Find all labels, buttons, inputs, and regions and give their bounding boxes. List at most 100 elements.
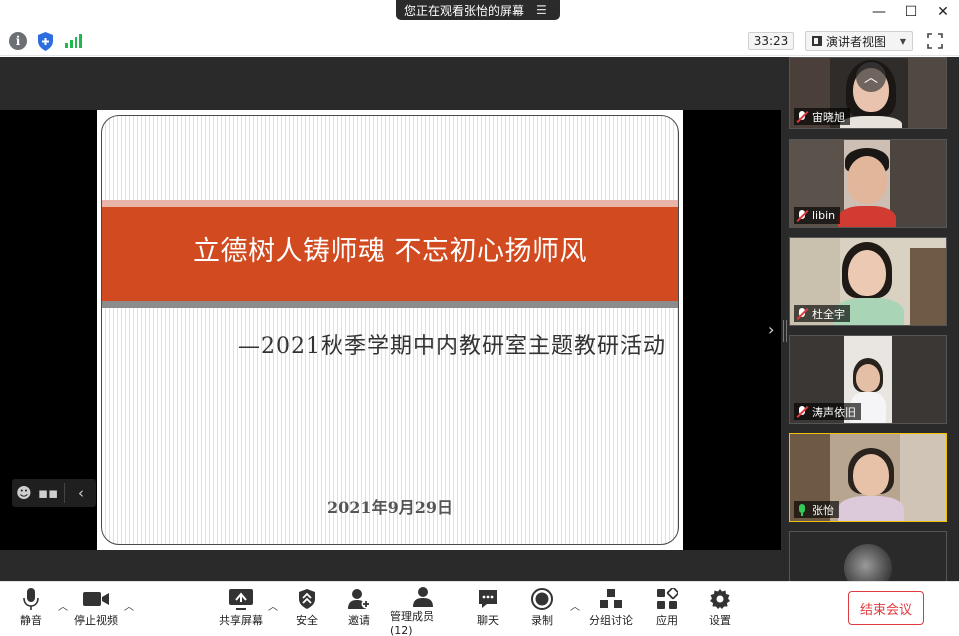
connection-signal-icon[interactable] bbox=[65, 34, 82, 48]
participant-tile[interactable]: ︿ 宙晓旭 bbox=[789, 57, 947, 129]
participants-button[interactable]: 管理成员(12) bbox=[390, 586, 456, 636]
collapse-chevron-icon[interactable]: ‹ bbox=[69, 479, 93, 507]
breakout-rooms-icon bbox=[600, 589, 622, 608]
fullscreen-icon[interactable] bbox=[927, 33, 943, 49]
participants-icon bbox=[413, 587, 433, 607]
participant-name: libin bbox=[812, 209, 836, 222]
audio-options-caret[interactable]: ︿ bbox=[58, 598, 68, 613]
shield-icon bbox=[299, 589, 315, 609]
apps-icon bbox=[657, 588, 678, 609]
participant-name-tag: 涛声依旧 bbox=[794, 403, 861, 420]
settings-button[interactable]: 设置 bbox=[707, 586, 733, 632]
participant-name: 涛声依旧 bbox=[812, 405, 856, 419]
resize-grip[interactable] bbox=[783, 320, 787, 342]
annotation-toolbar: ☻ ▪▪ ‹ bbox=[12, 479, 96, 507]
meeting-controls-bar: 静音 ︿ 停止视频 ︿ 共享屏幕 ︿ 安全 邀请 管理成员(12) 聊天 录制 … bbox=[0, 581, 959, 636]
security-label: 安全 bbox=[296, 614, 318, 627]
mic-muted-icon bbox=[796, 110, 808, 123]
participant-name: 张怡 bbox=[812, 503, 834, 517]
hamburger-icon[interactable]: ☰ bbox=[536, 3, 547, 17]
apps-button[interactable]: 应用 bbox=[654, 586, 680, 632]
slide-date: 2021年9月29日 bbox=[327, 498, 453, 517]
participant-name: 宙晓旭 bbox=[812, 110, 845, 124]
stage-top-strip bbox=[0, 57, 781, 110]
video-gallery[interactable]: ︿ 宙晓旭 libin 杜全宇 涛声依旧 张怡 bbox=[789, 57, 959, 583]
participant-tile[interactable]: 杜全宇 bbox=[789, 237, 947, 326]
maximize-icon[interactable]: ☐ bbox=[895, 0, 927, 24]
settings-label: 设置 bbox=[709, 614, 731, 627]
end-meeting-button[interactable]: 结束会议 bbox=[848, 591, 924, 625]
share-screen-button[interactable]: 共享屏幕 bbox=[218, 586, 264, 632]
view-mode-dropdown[interactable]: 演讲者视图 ▼ bbox=[805, 31, 913, 51]
participant-name-tag: 杜全宇 bbox=[794, 305, 850, 322]
meeting-info-row: i 33:23 演讲者视图 ▼ bbox=[0, 26, 959, 56]
scroll-up-icon[interactable]: ︿ bbox=[856, 62, 886, 92]
shield-icon[interactable] bbox=[37, 32, 54, 51]
invite-button[interactable]: 邀请 bbox=[346, 586, 372, 632]
presentation-slide: 立德树人铸师魂 不忘初心扬师风 —2021秋季学期中内教研室主题教研活动 202… bbox=[97, 110, 683, 550]
participant-name-tag: libin bbox=[794, 207, 841, 224]
slide-frame: 立德树人铸师魂 不忘初心扬师风 —2021秋季学期中内教研室主题教研活动 202… bbox=[101, 115, 679, 545]
slide-band-divider bbox=[102, 301, 678, 308]
panel-divider[interactable] bbox=[781, 57, 789, 581]
slide-subtitle: —2021秋季学期中内教研室主题教研活动 bbox=[238, 334, 666, 359]
window-controls: — ☐ ✕ bbox=[863, 0, 959, 26]
record-button[interactable]: 录制 bbox=[529, 586, 555, 632]
zoom-window: 您正在观看张怡的屏幕 ☰ — ☐ ✕ i 33:23 演讲者视图 ▼ 立德树人铸… bbox=[0, 0, 959, 636]
comment-icon[interactable]: ▪▪ bbox=[36, 479, 60, 507]
record-icon bbox=[531, 588, 553, 610]
breakout-rooms-button[interactable]: 分组讨论 bbox=[588, 586, 634, 632]
gear-icon bbox=[710, 589, 730, 609]
slide-band-accent bbox=[102, 200, 678, 207]
chat-button[interactable]: 聊天 bbox=[475, 586, 501, 632]
apps-label: 应用 bbox=[656, 614, 678, 627]
mic-active-icon bbox=[796, 503, 808, 516]
share-banner-text: 您正在观看张怡的屏幕 bbox=[404, 3, 525, 18]
toolbar-separator bbox=[64, 483, 65, 503]
add-user-icon bbox=[348, 589, 371, 609]
meeting-timer: 33:23 bbox=[748, 32, 794, 50]
participant-tile[interactable] bbox=[789, 531, 947, 583]
chat-icon bbox=[479, 590, 497, 608]
participant-name-tag: 张怡 bbox=[794, 501, 839, 518]
record-label: 录制 bbox=[531, 614, 553, 627]
stop-video-label: 停止视频 bbox=[74, 614, 118, 627]
video-camera-icon bbox=[83, 592, 109, 606]
avatar bbox=[844, 544, 892, 582]
chat-label: 聊天 bbox=[477, 614, 499, 627]
shared-screen-area: 立德树人铸师魂 不忘初心扬师风 —2021秋季学期中内教研室主题教研活动 202… bbox=[0, 57, 781, 581]
slide-title: 立德树人铸师魂 不忘初心扬师风 bbox=[192, 236, 588, 267]
minimize-icon[interactable]: — bbox=[863, 0, 895, 24]
share-screen-label: 共享屏幕 bbox=[219, 614, 263, 627]
speaker-view-icon bbox=[812, 36, 822, 46]
title-bar: 您正在观看张怡的屏幕 ☰ — ☐ ✕ bbox=[0, 0, 959, 26]
emoji-reaction-icon[interactable]: ☻ bbox=[12, 479, 36, 507]
share-screen-icon bbox=[229, 589, 253, 610]
breakout-rooms-label: 分组讨论 bbox=[589, 614, 633, 627]
mic-muted-icon bbox=[796, 209, 808, 222]
share-options-caret[interactable]: ︿ bbox=[268, 598, 278, 613]
info-icon[interactable]: i bbox=[9, 32, 27, 50]
close-icon[interactable]: ✕ bbox=[927, 0, 959, 24]
invite-label: 邀请 bbox=[348, 614, 370, 627]
participant-tile[interactable]: libin bbox=[789, 139, 947, 228]
video-options-caret[interactable]: ︿ bbox=[124, 598, 134, 613]
mute-label: 静音 bbox=[20, 614, 42, 627]
participant-name-tag: 宙晓旭 bbox=[794, 108, 850, 125]
stop-video-button[interactable]: 停止视频 bbox=[72, 586, 120, 632]
participant-name: 杜全宇 bbox=[812, 307, 845, 321]
view-mode-label: 演讲者视图 bbox=[826, 34, 887, 49]
chevron-down-icon: ▼ bbox=[899, 36, 906, 46]
participant-tile[interactable]: 涛声依旧 bbox=[789, 335, 947, 424]
mic-muted-icon bbox=[796, 307, 808, 320]
viewing-share-banner[interactable]: 您正在观看张怡的屏幕 ☰ bbox=[396, 0, 560, 20]
mic-muted-icon bbox=[796, 405, 808, 418]
participants-label: 管理成员(12) bbox=[390, 610, 434, 636]
participant-tile[interactable]: 张怡 bbox=[789, 433, 947, 522]
record-options-caret[interactable]: ︿ bbox=[570, 598, 580, 613]
microphone-icon bbox=[23, 588, 39, 610]
stage-bottom-strip bbox=[0, 550, 781, 581]
security-button[interactable]: 安全 bbox=[294, 586, 320, 632]
chevron-right-icon[interactable]: › bbox=[768, 320, 774, 339]
mute-button[interactable]: 静音 bbox=[18, 586, 44, 632]
